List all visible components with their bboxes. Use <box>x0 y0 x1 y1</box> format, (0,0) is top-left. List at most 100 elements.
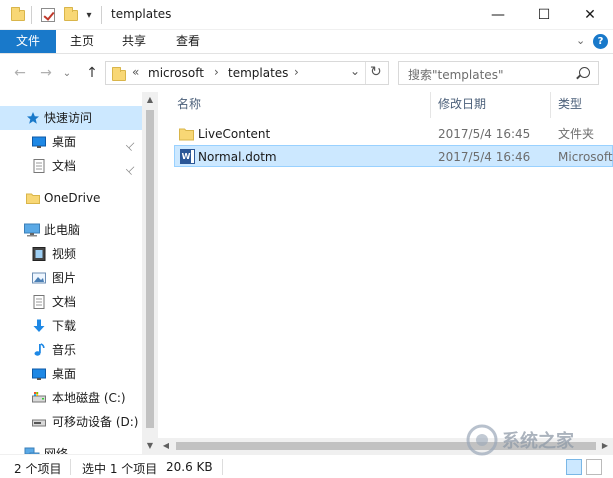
file-row-livecontent[interactable]: LiveContent 2017/5/4 16:45 文件夹 <box>174 123 613 145</box>
file-type: 文件夹 <box>558 127 595 141</box>
refresh-button[interactable]: ↻ <box>370 64 382 80</box>
back-button[interactable]: ← <box>10 63 30 83</box>
separator <box>222 459 223 475</box>
video-icon <box>32 247 46 261</box>
nav-item-pictures[interactable]: 图片 <box>0 266 142 290</box>
selection-size: 20.6 KB <box>166 460 213 474</box>
network-icon <box>24 447 40 454</box>
folder-icon[interactable] <box>9 6 27 24</box>
new-folder-icon[interactable] <box>62 6 80 24</box>
nav-item-documents-pinned[interactable]: 文档 ⊥ <box>0 154 142 178</box>
recent-locations-button[interactable]: ⌄ <box>60 63 74 83</box>
star-icon <box>27 112 39 124</box>
nav-item-removable-d[interactable]: 可移动设备 (D:) <box>0 410 142 434</box>
folder-icon <box>26 193 40 204</box>
breadcrumb-microsoft[interactable]: microsoft <box>148 66 204 80</box>
watermark-logo: 系统之家 <box>458 420 608 460</box>
properties-icon[interactable] <box>38 6 58 24</box>
nav-item-network[interactable]: 网络 <box>0 442 142 454</box>
drive-icon <box>32 392 46 403</box>
breadcrumb-templates[interactable]: templates <box>228 66 288 80</box>
column-header-modified[interactable]: 修改日期 <box>438 92 486 116</box>
customize-quick-access-button[interactable]: ▾ <box>82 6 96 24</box>
nav-item-this-pc[interactable]: 此电脑 <box>0 218 142 242</box>
column-divider[interactable] <box>430 92 431 118</box>
nav-label: 文档 <box>52 159 77 173</box>
scroll-down-icon[interactable]: ▼ <box>142 438 158 454</box>
scroll-left-icon[interactable]: ◀ <box>158 438 174 454</box>
separator <box>70 459 71 475</box>
watermark-text: 系统之家 <box>502 430 575 452</box>
file-modified: 2017/5/4 16:45 <box>438 127 531 141</box>
nav-item-desktop-pinned[interactable]: 桌面 ⊥ <box>0 130 142 154</box>
desktop-icon <box>32 136 46 148</box>
address-dropdown-button[interactable]: ⌄ <box>350 64 360 78</box>
usb-drive-icon <box>32 419 46 427</box>
help-icon[interactable]: ? <box>593 34 608 49</box>
up-button[interactable]: ↑ <box>82 63 102 83</box>
nav-item-quick-access[interactable]: 快速访问 <box>0 106 142 130</box>
nav-label: 可移动设备 (D:) <box>52 415 139 429</box>
search-input[interactable]: 搜索"templates" <box>398 61 599 85</box>
nav-label: 视频 <box>52 247 77 261</box>
search-icon[interactable] <box>579 67 590 78</box>
column-header-name[interactable]: 名称 <box>177 92 201 116</box>
nav-label: 桌面 <box>52 367 77 381</box>
tab-view[interactable]: 查看 <box>164 30 212 53</box>
expand-ribbon-button[interactable]: ⌄ <box>576 34 585 47</box>
nav-label: 图片 <box>52 271 77 285</box>
file-list: ^ 名称 修改日期 类型 LiveContent 2017/5/4 16:45 … <box>158 92 613 454</box>
nav-item-local-disk-c[interactable]: 本地磁盘 (C:) <box>0 386 142 410</box>
nav-label: 音乐 <box>52 343 77 357</box>
breadcrumb-overflow[interactable]: « <box>132 65 139 79</box>
documents-icon <box>33 159 45 173</box>
forward-button[interactable]: → <box>36 63 56 83</box>
breadcrumb-separator[interactable]: › <box>294 65 299 79</box>
nav-label: 下载 <box>52 319 77 333</box>
nav-label: OneDrive <box>44 191 101 205</box>
computer-icon <box>24 223 40 237</box>
ribbon-tabs: 文件 主页 共享 查看 ⌄ ? <box>0 30 613 54</box>
file-row-normal-dotm[interactable]: Normal.dotm 2017/5/4 16:46 Microsoft <box>174 145 613 167</box>
sort-ascending-icon: ^ <box>298 92 306 99</box>
window-title: templates <box>111 7 172 21</box>
nav-item-downloads[interactable]: 下载 <box>0 314 142 338</box>
nav-item-music[interactable]: 音乐 <box>0 338 142 362</box>
maximize-button[interactable]: ☐ <box>521 0 567 30</box>
address-bar[interactable]: « microsoft › templates › ⌄ ↻ <box>105 61 389 85</box>
scroll-up-icon[interactable]: ▲ <box>142 92 158 108</box>
column-divider[interactable] <box>550 92 551 118</box>
tab-home[interactable]: 主页 <box>58 30 106 53</box>
documents-icon <box>33 295 45 309</box>
nav-item-onedrive[interactable]: OneDrive <box>0 186 142 210</box>
file-modified: 2017/5/4 16:46 <box>438 150 531 164</box>
scroll-thumb[interactable] <box>146 110 154 428</box>
minimize-button[interactable]: — <box>475 0 521 30</box>
nav-item-videos[interactable]: 视频 <box>0 242 142 266</box>
nav-item-desktop[interactable]: 桌面 <box>0 362 142 386</box>
tab-file[interactable]: 文件 <box>0 30 56 53</box>
pin-icon[interactable]: ⊥ <box>119 158 143 182</box>
selection-count: 选中 1 个项目 <box>82 462 158 476</box>
nav-label: 桌面 <box>52 135 77 149</box>
nav-scrollbar[interactable]: ▲ ▼ <box>142 92 158 454</box>
separator <box>101 6 102 24</box>
folder-icon <box>179 128 194 141</box>
details-view-icon[interactable] <box>566 459 582 475</box>
watermark-emblem: 系统之家 <box>466 424 575 456</box>
breadcrumb-separator[interactable]: › <box>214 65 219 79</box>
column-header-type[interactable]: 类型 <box>558 92 582 116</box>
tab-share[interactable]: 共享 <box>110 30 158 53</box>
nav-item-documents[interactable]: 文档 <box>0 290 142 314</box>
pictures-icon <box>32 272 46 284</box>
nav-label: 本地磁盘 (C:) <box>52 391 126 405</box>
separator <box>31 6 32 24</box>
navigation-pane: 快速访问 桌面 ⊥ 文档 ⊥ OneDrive 此电脑 视频 图片 文档 下载 … <box>0 92 158 454</box>
nav-label: 快速访问 <box>44 111 93 125</box>
large-icons-view-icon[interactable] <box>586 459 602 475</box>
close-button[interactable]: ✕ <box>567 0 613 30</box>
folder-icon <box>112 67 126 81</box>
desktop-icon <box>32 368 46 380</box>
file-name: LiveContent <box>198 127 271 141</box>
search-placeholder: 搜索"templates" <box>408 68 504 82</box>
